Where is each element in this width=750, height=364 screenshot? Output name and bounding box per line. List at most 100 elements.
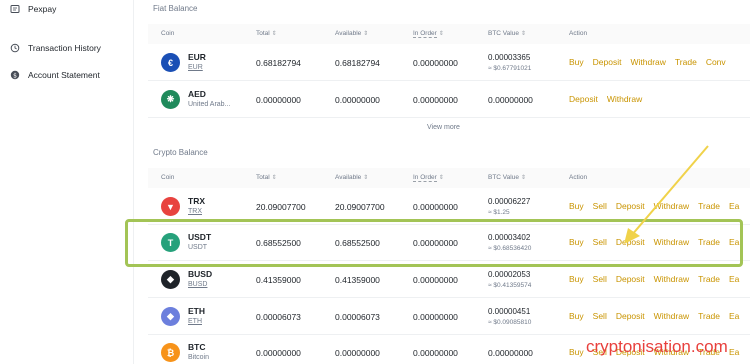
- ethereum-icon: ◆: [161, 307, 180, 326]
- sell-button[interactable]: Sell: [593, 274, 607, 284]
- sidebar-item-transaction-history[interactable]: Transaction History: [10, 43, 101, 53]
- sort-icon: ⇕: [520, 31, 526, 37]
- coin-name: BUSD: [188, 281, 208, 288]
- col-in-order[interactable]: In Order ⇕: [413, 174, 444, 182]
- coin-name: ETH: [188, 318, 202, 325]
- dollar-icon: $: [10, 70, 20, 79]
- table-row: ◆ BUSD BUSD 0.41359000 0.41359000 0.00000000 0…: [148, 262, 750, 298]
- coin-name: United Arab...: [188, 101, 231, 108]
- buy-button[interactable]: Buy: [569, 347, 584, 357]
- fiat-table-header: Coin Total ⇕ Available ⇕ In Order ⇕ BTC Val…: [148, 24, 750, 44]
- sidebar-item-label: Transaction History: [28, 43, 101, 53]
- deposit-button[interactable]: Deposit: [593, 57, 622, 67]
- conv-button[interactable]: Conv: [706, 57, 726, 67]
- in-order-value: 0.00000000: [413, 95, 458, 105]
- col-total[interactable]: Total ⇕: [256, 30, 277, 37]
- buy-button[interactable]: Buy: [569, 311, 584, 321]
- withdraw-button[interactable]: Withdraw: [607, 94, 642, 104]
- buy-button[interactable]: Buy: [569, 274, 584, 284]
- sell-button[interactable]: Sell: [593, 311, 607, 321]
- sort-icon: ⇕: [438, 31, 444, 37]
- table-row: € EUR EUR 0.68182794 0.68182794 0.00000000 0.0…: [148, 45, 750, 81]
- withdraw-button[interactable]: Withdraw: [654, 201, 689, 211]
- ea-button[interactable]: Ea: [729, 347, 739, 357]
- deposit-button[interactable]: Deposit: [616, 274, 645, 284]
- euro-icon: €: [161, 53, 180, 72]
- coin-symbol: AED: [188, 89, 206, 99]
- tron-icon: ▼: [161, 197, 180, 216]
- fiat-balance-title: Fiat Balance: [153, 4, 198, 13]
- view-more-link[interactable]: View more: [427, 124, 460, 131]
- ea-button[interactable]: Ea: [729, 311, 739, 321]
- in-order-value: 0.00000000: [413, 312, 458, 322]
- usdt-row-highlight: [125, 219, 743, 267]
- total-value: 0.00000000: [256, 95, 301, 105]
- usd-value: ≈ $0.09085810: [488, 319, 532, 326]
- col-btc-value[interactable]: BTC Value ⇕: [488, 30, 526, 37]
- in-order-value: 0.00000000: [413, 348, 458, 358]
- trade-button[interactable]: Trade: [675, 57, 697, 67]
- bitcoin-icon: ₿: [161, 343, 180, 362]
- main-content: Fiat Balance Coin Total ⇕ Available ⇕ In O…: [140, 0, 750, 364]
- in-order-value: 0.00000000: [413, 275, 458, 285]
- total-value: 20.09007700: [256, 202, 306, 212]
- available-value: 0.00000000: [335, 95, 380, 105]
- btc-value: 0.00000451: [488, 307, 531, 316]
- row-actions: Buy Sell Deposit Withdraw Trade Ea: [569, 274, 739, 284]
- coin-name: EUR: [188, 64, 203, 71]
- usd-value: ≈ $1.25: [488, 209, 510, 216]
- row-actions: Buy Sell Deposit Withdraw Trade Ea: [569, 311, 739, 321]
- in-order-value: 0.00000000: [413, 202, 458, 212]
- buy-button[interactable]: Buy: [569, 201, 584, 211]
- total-value: 0.68182794: [256, 58, 301, 68]
- sidebar-item-pexpay[interactable]: Pexpay: [10, 4, 56, 14]
- col-btc-value[interactable]: BTC Value ⇕: [488, 174, 526, 181]
- withdraw-button[interactable]: Withdraw: [630, 57, 665, 67]
- sidebar-item-label: Account Statement: [28, 70, 100, 80]
- deposit-button[interactable]: Deposit: [569, 94, 598, 104]
- sort-icon: ⇕: [271, 175, 277, 181]
- col-in-order[interactable]: In Order ⇕: [413, 30, 444, 38]
- svg-text:$: $: [13, 72, 17, 79]
- ea-button[interactable]: Ea: [729, 201, 739, 211]
- col-action: Action: [569, 174, 588, 181]
- col-coin: Coin: [161, 174, 175, 181]
- trade-button[interactable]: Trade: [698, 274, 720, 284]
- btc-value: 0.00000000: [488, 95, 533, 105]
- col-total[interactable]: Total ⇕: [256, 174, 277, 181]
- usd-value: ≈ $0.67791021: [488, 65, 532, 72]
- available-value: 0.00006073: [335, 312, 380, 322]
- withdraw-button[interactable]: Withdraw: [654, 274, 689, 284]
- in-order-value: 0.00000000: [413, 58, 458, 68]
- history-icon: [10, 43, 20, 53]
- trade-button[interactable]: Trade: [698, 201, 720, 211]
- withdraw-button[interactable]: Withdraw: [654, 311, 689, 321]
- available-value: 20.09007700: [335, 202, 385, 212]
- crypto-balance-title: Crypto Balance: [153, 148, 208, 157]
- coin-symbol: BUSD: [188, 269, 213, 279]
- coin-symbol: EUR: [188, 52, 206, 62]
- sort-icon: ⇕: [363, 175, 369, 181]
- trade-button[interactable]: Trade: [698, 311, 720, 321]
- row-actions: Deposit Withdraw: [569, 94, 642, 104]
- coin-name: Bitcoin: [188, 354, 210, 361]
- btc-value: 0.00002053: [488, 270, 531, 279]
- available-value: 0.00000000: [335, 348, 380, 358]
- table-row: ❋ AED United Arab... 0.00000000 0.00000000 0.…: [148, 82, 750, 118]
- total-value: 0.41359000: [256, 275, 301, 285]
- col-action: Action: [569, 30, 588, 37]
- table-row: ◆ ETH ETH 0.00006073 0.00006073 0.00000000 0.0…: [148, 299, 750, 335]
- sort-icon: ⇕: [438, 175, 444, 181]
- deposit-button[interactable]: Deposit: [616, 311, 645, 321]
- sort-icon: ⇕: [363, 31, 369, 37]
- ea-button[interactable]: Ea: [729, 274, 739, 284]
- buy-button[interactable]: Buy: [569, 57, 584, 67]
- card-icon: [10, 5, 20, 13]
- available-value: 0.68182794: [335, 58, 380, 68]
- sell-button[interactable]: Sell: [593, 201, 607, 211]
- sidebar-item-account-statement[interactable]: $ Account Statement: [10, 70, 100, 80]
- col-available[interactable]: Available ⇕: [335, 174, 368, 181]
- deposit-button[interactable]: Deposit: [616, 201, 645, 211]
- coin-name: TRX: [188, 208, 202, 215]
- col-available[interactable]: Available ⇕: [335, 30, 368, 37]
